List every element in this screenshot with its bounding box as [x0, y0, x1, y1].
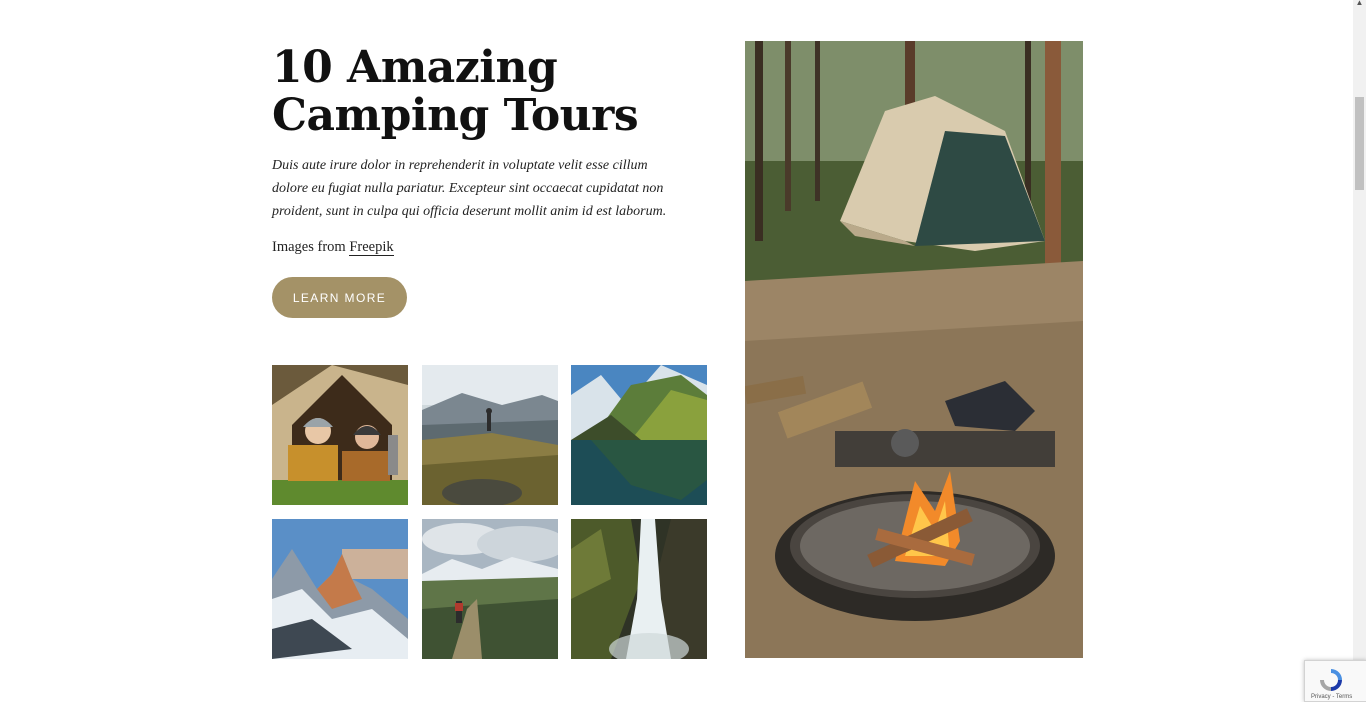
description-text: Duis aute irure dolor in reprehenderit i… [272, 158, 667, 219]
valley-hiker-image [422, 519, 558, 659]
page-scrollbar[interactable]: ▲ [1353, 0, 1366, 698]
page-title: 10 Amazing Camping Tours [272, 44, 712, 140]
freepik-link[interactable]: Freepik [349, 239, 394, 256]
gallery-thumb-tent-friends[interactable] [272, 365, 408, 505]
hero-image-frame [745, 41, 1083, 658]
tent-campfire-image [745, 41, 1083, 658]
gallery-thumb-waterfall[interactable] [571, 519, 707, 659]
recaptcha-badge[interactable]: Privacy - Terms [1304, 660, 1366, 702]
hiker-hilltop-image [422, 365, 558, 505]
page-title-line-1: 10 Amazing [272, 42, 558, 93]
page-title-line-2: Camping Tours [272, 90, 639, 141]
scrollbar-thumb[interactable] [1355, 97, 1364, 190]
recaptcha-icon [1320, 669, 1342, 691]
mountain-lake-image [571, 365, 707, 505]
scroll-up-icon[interactable]: ▲ [1355, 0, 1364, 7]
recaptcha-terms[interactable]: Privacy - Terms [1311, 694, 1352, 700]
waterfall-image [571, 519, 707, 659]
learn-more-button[interactable]: LEARN MORE [272, 277, 407, 318]
gallery-thumb-snowy-peaks[interactable] [272, 519, 408, 659]
gallery-thumb-hiker-hilltop[interactable] [422, 365, 558, 505]
tent-friends-image [272, 365, 408, 505]
image-credit-prefix: Images from [272, 239, 350, 255]
snowy-peaks-image [272, 519, 408, 659]
gallery-thumb-valley-hiker[interactable] [422, 519, 558, 659]
gallery-thumb-mountain-lake[interactable] [571, 365, 707, 505]
image-credit: Images from Freepik [272, 239, 394, 256]
